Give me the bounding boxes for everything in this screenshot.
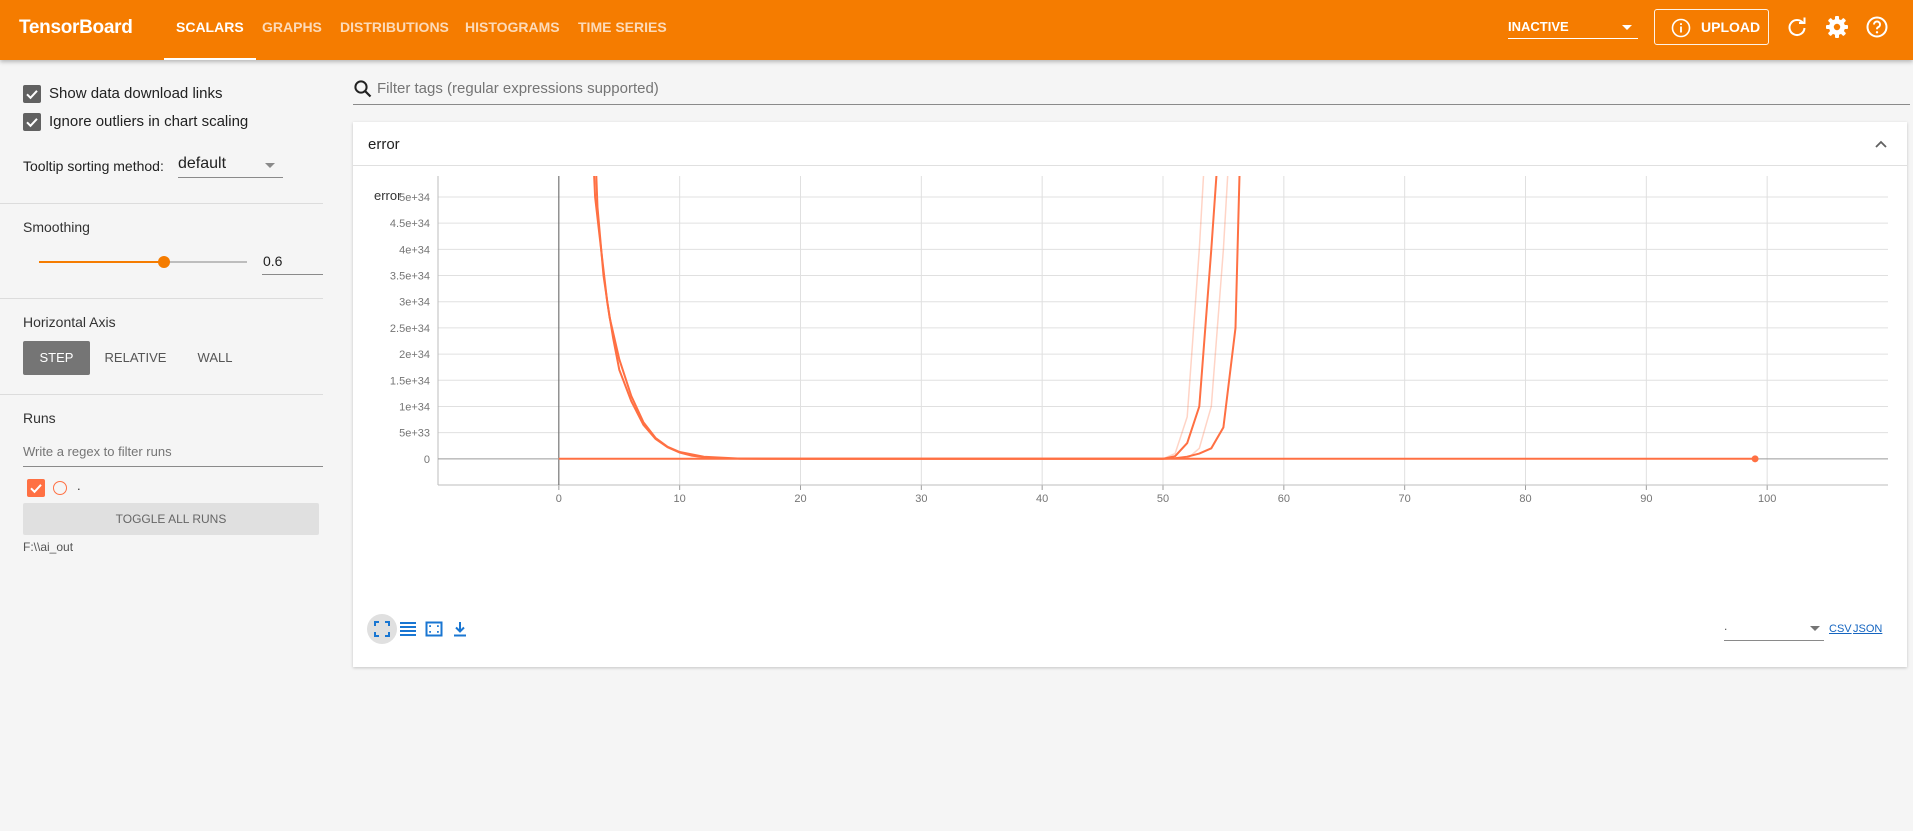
y-tick-label: 4e+34 [399, 244, 430, 256]
toggle-all-runs-button[interactable]: TOGGLE ALL RUNS [23, 503, 319, 535]
download-chart-button[interactable] [445, 614, 475, 644]
download-icon [454, 622, 466, 637]
x-tick-label: 10 [674, 493, 686, 505]
y-tick-label: 3e+34 [399, 297, 430, 309]
tab-time-series[interactable]: TIME SERIES [578, 0, 667, 60]
top-app-bar: TensorBoard SCALARS GRAPHS DISTRIBUTIONS… [0, 0, 1913, 60]
y-tick-label: 2e+34 [399, 349, 430, 361]
tag-filter-input[interactable]: Filter tags (regular expressions support… [353, 76, 1910, 105]
download-run-select[interactable]: . [1724, 619, 1824, 641]
x-tick-label: 20 [794, 493, 806, 505]
list-icon [400, 622, 416, 636]
y-tick-label: 5e+33 [399, 428, 430, 440]
download-run-value: . [1724, 619, 1728, 633]
y-tick-label: 0 [424, 454, 430, 466]
inactive-select-value: INACTIVE [1508, 19, 1569, 34]
settings-icon[interactable] [1824, 14, 1850, 40]
smoothing-slider-fill [39, 261, 164, 263]
info-icon [1671, 18, 1691, 38]
tab-histograms[interactable]: HISTOGRAMS [465, 0, 560, 60]
download-csv-link[interactable]: CSV [1829, 623, 1852, 635]
inactive-dashboards-select[interactable]: INACTIVE [1508, 15, 1638, 39]
y-tick-label: 1e+34 [399, 401, 430, 413]
y-tick-label: 2.5e+34 [390, 323, 430, 335]
ignore-outliers-label: Ignore outliers in chart scaling [49, 113, 249, 130]
run-checkbox[interactable] [27, 479, 45, 497]
help-icon[interactable] [1864, 14, 1890, 40]
runs-filter-input[interactable]: Write a regex to filter runs [23, 442, 323, 467]
tab-scalars[interactable]: SCALARS [164, 0, 256, 60]
horizontal-axis-title: Horizontal Axis [23, 314, 116, 330]
upload-button[interactable]: UPLOAD [1654, 9, 1769, 45]
last-point-marker [1751, 455, 1759, 463]
x-tick-label: 50 [1157, 493, 1169, 505]
smoothing-slider-handle[interactable] [157, 256, 170, 268]
app-title: TensorBoard [19, 17, 133, 38]
tag-card-error: error error 0 10 20 30 40 50 60 70 80 90 100 0 5e+33… [353, 122, 1907, 667]
checkbox-checked-icon [23, 85, 41, 103]
runs-title: Runs [23, 410, 56, 426]
tab-graphs[interactable]: GRAPHS [262, 0, 322, 60]
x-tick-label: 100 [1758, 493, 1776, 505]
chevron-down-icon [1810, 626, 1820, 631]
scalar-chart[interactable]: 0 10 20 30 40 50 60 70 80 90 100 0 5e+33 1e+34 1.5e+34… [353, 122, 1907, 602]
chevron-down-icon [265, 163, 275, 168]
tooltip-sorting-value: default [178, 155, 227, 172]
y-tick-label: 1.5e+34 [390, 375, 430, 387]
x-tick-label: 60 [1278, 493, 1290, 505]
x-tick-label: 80 [1519, 493, 1531, 505]
tab-distributions[interactable]: DISTRIBUTIONS [340, 0, 449, 60]
fullscreen-icon [374, 621, 390, 637]
show-download-links-label: Show data download links [49, 85, 223, 102]
run-name: . [77, 478, 81, 493]
axis-wall-button[interactable]: WALL [185, 341, 245, 375]
y-tick-label: 3.5e+34 [390, 271, 430, 283]
axis-step-button[interactable]: STEP [23, 341, 90, 375]
x-tick-label: 70 [1399, 493, 1411, 505]
run-color-picker[interactable] [53, 481, 67, 495]
refresh-icon[interactable] [1784, 14, 1810, 40]
chevron-down-icon [1622, 25, 1632, 30]
upload-label: UPLOAD [1701, 19, 1761, 35]
zoom-box-icon [425, 621, 443, 637]
axis-relative-button[interactable]: RELATIVE [98, 341, 173, 375]
sidebar: Show data download links Ignore outliers… [0, 60, 323, 831]
divider [0, 203, 323, 204]
x-tick-label: 40 [1036, 493, 1048, 505]
y-tick-label: 5e+34 [399, 192, 430, 204]
tag-filter-placeholder: Filter tags (regular expressions support… [377, 80, 659, 97]
x-tick-label: 90 [1640, 493, 1652, 505]
tooltip-sorting-label: Tooltip sorting method: [23, 158, 164, 174]
search-icon [354, 80, 372, 98]
x-tick-label: 30 [915, 493, 927, 505]
y-tick-label: 4.5e+34 [390, 218, 430, 230]
checkbox-checked-icon [23, 113, 41, 131]
x-tick-label: 0 [556, 493, 562, 505]
divider [0, 394, 323, 395]
logdir-path: F:\\ai_out [23, 540, 74, 554]
smoothing-title: Smoothing [23, 219, 90, 235]
download-json-link[interactable]: JSON [1853, 623, 1882, 635]
tooltip-sorting-select[interactable]: default [178, 152, 283, 178]
smoothing-slider[interactable] [39, 256, 247, 268]
divider [0, 298, 323, 299]
smoothing-value-input[interactable]: 0.6 [262, 248, 323, 275]
